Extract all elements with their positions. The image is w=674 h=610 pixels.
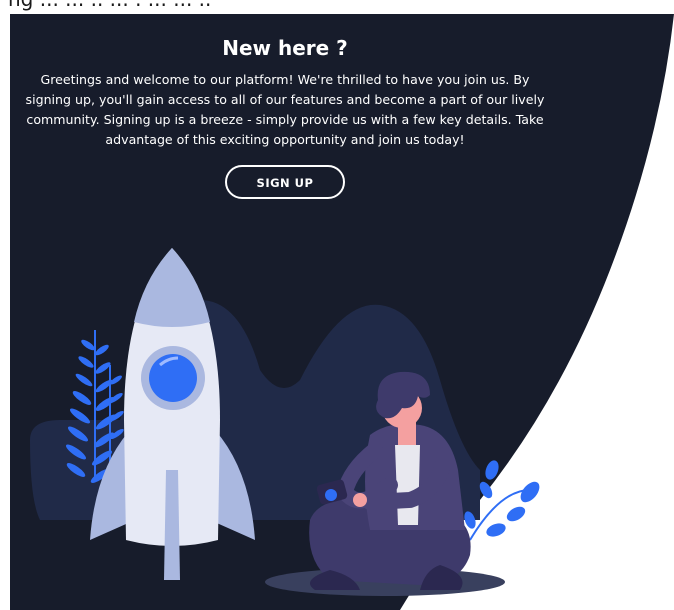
rocket-illustration [30, 248, 540, 596]
